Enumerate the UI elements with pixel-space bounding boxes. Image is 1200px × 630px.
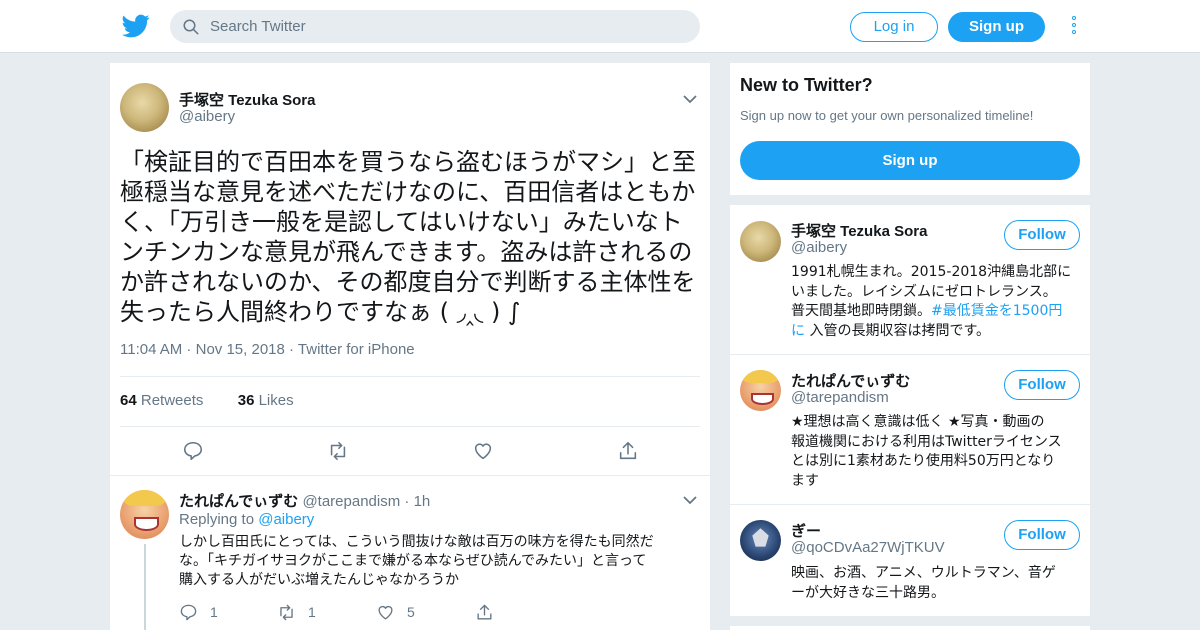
retweet-icon[interactable] <box>327 440 349 462</box>
search-box[interactable]: Search Twitter <box>170 10 700 43</box>
share-icon <box>477 604 492 620</box>
like-icon[interactable] <box>472 440 494 462</box>
divider <box>730 354 1090 355</box>
share-icon[interactable] <box>617 440 639 462</box>
bio-line: とは別に1素材あたり使用料50万円となり <box>791 453 1056 469</box>
reply-time[interactable]: 1h <box>414 493 431 510</box>
hashtag-link[interactable]: に <box>791 323 805 339</box>
follow-button[interactable]: Follow <box>1004 220 1080 250</box>
author-name[interactable]: 手塚空 Tezuka Sora <box>179 89 315 110</box>
divider <box>110 475 710 476</box>
signup-button[interactable]: Sign up <box>948 12 1045 42</box>
search-icon <box>183 19 199 34</box>
reply-author-name[interactable]: たれぱんでぃずむ <box>179 493 298 510</box>
reply-icon[interactable] <box>182 440 204 462</box>
bio-line: に 入管の長期収容は拷問です。 <box>791 322 1081 342</box>
bio-line: 映画、お酒、アニメ、ウルトラマン、音ゲ <box>791 565 1056 581</box>
share-button[interactable] <box>475 602 506 622</box>
user-name[interactable]: 手塚空 Tezuka Sora <box>791 220 927 241</box>
user-handle[interactable]: @aibery <box>791 239 847 256</box>
twitter-bird-icon[interactable] <box>122 12 150 40</box>
tweet-date: Nov 15, 2018 <box>195 341 285 358</box>
user-handle[interactable]: @qoCDvAa27WjTKUV <box>791 539 945 556</box>
tweet-text-line: 失ったら人間終わりですなぁ ( ◞‸◟ ) ∫ <box>120 298 521 326</box>
bio-text: 入管の長期収容は拷問です。 <box>805 322 991 339</box>
bio-line: いました。レイシズムにゼロトレランス。 <box>791 283 1057 300</box>
retweet-count: 1 <box>308 604 316 620</box>
tweet-metadata: 11:04 AM · Nov 15, 2018 · Twitter for iP… <box>120 341 415 358</box>
likes-count: 36 <box>237 392 255 409</box>
login-button[interactable]: Log in <box>850 12 938 42</box>
avatar[interactable] <box>740 221 781 262</box>
reply-text-line: な。「キチガイサヨクがここまで嫌がる本ならぜひ読んでみたい」と言って <box>179 553 647 569</box>
like-count: 5 <box>407 604 415 620</box>
reply-button[interactable]: 1 <box>179 602 218 622</box>
user-list-card-next <box>730 626 1090 630</box>
retweet-icon <box>280 604 293 620</box>
reply-author-handle[interactable]: @tarepandism <box>302 493 400 510</box>
user-name[interactable]: ぎー <box>791 520 821 541</box>
reply-text-line: 購入する人がだいぶ増えたんじゃなかろうか <box>179 572 459 588</box>
avatar[interactable] <box>120 83 169 132</box>
avatar[interactable] <box>740 520 781 561</box>
retweet-button[interactable]: 1 <box>277 602 316 622</box>
bio-line: 報道機関における利用はTwitterライセンス <box>791 433 1062 450</box>
tweet-text-line: か許されないのか、その都度自分で判断する主体性を <box>120 268 696 296</box>
chevron-down-icon[interactable] <box>683 94 697 104</box>
tweet-text-line: ンチンカンな意見が飛んできます。盗みは許されるの <box>120 238 693 266</box>
user-name[interactable]: たれぱんでぃずむ <box>791 370 910 391</box>
top-navigation-bar: Search Twitter Log in Sign up <box>0 0 1200 53</box>
tweet-text: 「検証目的で百田本を買うなら盗むほうがマシ」と至 極穏当な意見を述べただけなのに… <box>120 147 700 327</box>
divider <box>730 504 1090 505</box>
more-options-icon[interactable] <box>1066 14 1082 40</box>
divider <box>120 376 700 377</box>
user-bio: 映画、お酒、アニメ、ウルトラマン、音ゲ ーが大好きな三十路男。 <box>791 564 1081 603</box>
hashtag-link[interactable]: #最低賃金を1500円 <box>931 303 1062 319</box>
reply-text: しかし百田氏にとっては、こういう間抜けな敵は百万の味方を得たも同然だ な。「キチ… <box>179 533 694 590</box>
bio-line: ます <box>791 472 819 489</box>
user-bio: 1991札幌生まれ。2015-2018沖縄島北部に いました。レイシズムにゼロト… <box>791 263 1081 341</box>
follow-button[interactable]: Follow <box>1004 370 1080 400</box>
tweet-source: Twitter for iPhone <box>297 341 415 358</box>
tweet-text-line: く、「万引き一般を是認してはいけない」みたいなト <box>120 208 683 236</box>
reply-text-line: しかし百田氏にとっては、こういう間抜けな敵は百万の味方を得たも同然だ <box>179 534 654 550</box>
new-to-twitter-subtitle: Sign up now to get your own personalized… <box>740 108 1034 123</box>
replying-handle-link[interactable]: @aibery <box>258 511 314 528</box>
chevron-down-icon[interactable] <box>683 495 697 505</box>
like-button[interactable]: 5 <box>376 602 415 622</box>
bio-text: 普天間基地即時閉鎖。 <box>791 303 931 319</box>
avatar[interactable] <box>740 370 781 411</box>
bio-line: 1991札幌生まれ。2015-2018沖縄島北部に <box>791 264 1072 280</box>
author-handle[interactable]: @aibery <box>179 108 235 125</box>
bio-line: ★理想は高く意識は低く ★写真・動画の <box>791 414 1045 430</box>
likes-label[interactable]: Likes <box>259 392 294 409</box>
avatar[interactable] <box>120 490 169 539</box>
retweets-count: 64 <box>120 392 137 409</box>
bio-line: ーが大好きな三十路男。 <box>791 584 945 601</box>
replying-to: Replying to @aibery <box>179 511 314 528</box>
reply-header: たれぱんでぃずむ @tarepandism · 1h <box>179 493 431 510</box>
sidebar-signup-button[interactable]: Sign up <box>740 141 1080 180</box>
tweet-text-line: 「検証目的で百田本を買うなら盗むほうがマシ」と至 <box>120 148 696 176</box>
like-icon <box>378 605 393 620</box>
reply-count: 1 <box>210 604 218 620</box>
search-input[interactable]: Search Twitter <box>210 18 306 35</box>
replying-prefix: Replying to <box>179 511 255 528</box>
thread-line <box>144 544 146 630</box>
tweet-time: 11:04 AM <box>120 341 183 358</box>
new-to-twitter-title: New to Twitter? <box>740 75 873 95</box>
user-bio: ★理想は高く意識は低く ★写真・動画の 報道機関における利用はTwitterライ… <box>791 413 1081 491</box>
reply-icon <box>180 604 197 620</box>
divider <box>120 426 700 427</box>
bio-line: 普天間基地即時閉鎖。#最低賃金を1500円 <box>791 302 1081 322</box>
tweet-text-line: 極穏当な意見を述べただけなのに、百田信者はともか <box>120 178 696 206</box>
follow-button[interactable]: Follow <box>1004 520 1080 550</box>
retweets-label[interactable]: Retweets <box>141 392 204 409</box>
tweet-stats: 64 Retweets 36 Likes <box>120 392 294 409</box>
user-handle[interactable]: @tarepandism <box>791 389 889 406</box>
